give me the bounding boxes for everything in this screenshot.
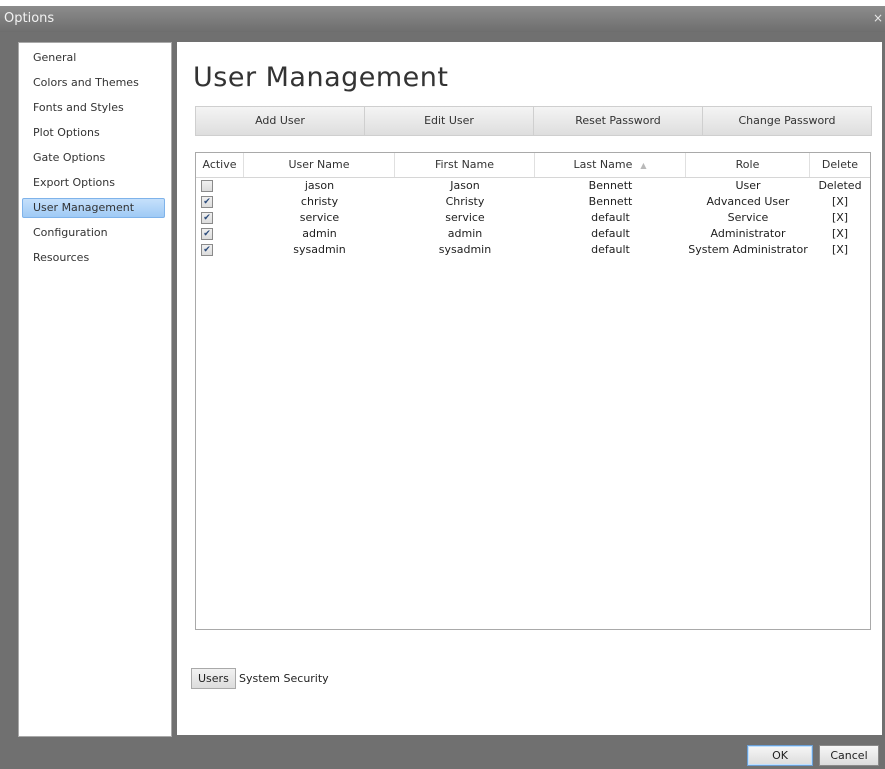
cell-role: Service [727, 211, 769, 224]
active-checkbox[interactable]: ✔ [201, 244, 213, 256]
cell-first-name: Jason [450, 179, 480, 192]
sidebar-item-general[interactable]: General [22, 48, 165, 68]
cell-role: Administrator [710, 227, 786, 240]
ok-button[interactable]: OK [747, 745, 813, 766]
change-password-button[interactable]: Change Password [703, 107, 871, 135]
edit-user-button[interactable]: Edit User [365, 107, 534, 135]
delete-user-link[interactable]: [X] [810, 210, 870, 226]
close-icon[interactable]: × [873, 11, 883, 25]
reset-password-button[interactable]: Reset Password [534, 107, 703, 135]
sidebar-item-plot-options[interactable]: Plot Options [22, 123, 165, 143]
column-header-delete[interactable]: Delete [810, 153, 870, 177]
tab-system-security[interactable]: System Security [239, 668, 329, 689]
cell-last-name: Bennett [588, 195, 633, 208]
table-row[interactable]: jason Jason Bennett User Deleted [196, 178, 870, 194]
cell-user-name: christy [300, 195, 339, 208]
cell-first-name: sysadmin [438, 243, 492, 256]
cell-delete: Deleted [818, 179, 862, 192]
delete-user-link[interactable]: [X] [810, 226, 870, 242]
sidebar-item-export-options[interactable]: Export Options [22, 173, 165, 193]
column-header-user-name[interactable]: User Name [244, 153, 395, 177]
sidebar-item-gate-options[interactable]: Gate Options [22, 148, 165, 168]
tab-users[interactable]: Users [191, 668, 236, 689]
cell-first-name: Christy [445, 195, 485, 208]
add-user-button[interactable]: Add User [196, 107, 365, 135]
column-header-active[interactable]: Active [196, 153, 244, 177]
sidebar-item-resources[interactable]: Resources [22, 248, 165, 268]
users-grid: Active User Name First Name Last Name ▲ R… [195, 152, 871, 630]
page-title: User Management [193, 62, 449, 93]
column-header-first-name[interactable]: First Name [395, 153, 535, 177]
user-toolbar: Add User Edit User Reset Password Change… [195, 106, 872, 136]
window-title: Options [4, 11, 55, 26]
options-window: Options × General Colors and Themes Font… [0, 0, 885, 769]
active-checkbox[interactable]: ✔ [201, 228, 213, 240]
sidebar-item-configuration[interactable]: Configuration [22, 223, 165, 243]
delete-user-link[interactable]: [X] [810, 242, 870, 258]
active-checkbox[interactable]: ✔ [201, 196, 213, 208]
table-row[interactable]: ✔ sysadmin sysadmin default System Admin… [196, 242, 870, 258]
options-sidebar: General Colors and Themes Fonts and Styl… [18, 42, 172, 737]
table-row[interactable]: ✔ service service default Service [X] [196, 210, 870, 226]
cell-role: Advanced User [706, 195, 790, 208]
delete-user-link[interactable]: [X] [810, 194, 870, 210]
title-bar: Options × [0, 6, 885, 32]
column-header-role[interactable]: Role [686, 153, 810, 177]
last-name-header-label: Last Name [573, 158, 633, 171]
active-checkbox[interactable]: ✔ [201, 212, 213, 224]
cell-last-name: default [591, 211, 630, 224]
cell-first-name: service [445, 211, 485, 224]
table-row[interactable]: ✔ admin admin default Administrator [X] [196, 226, 870, 242]
main-panel: User Management Add User Edit User Reset… [177, 42, 882, 735]
cell-first-name: admin [447, 227, 483, 240]
cell-last-name: Bennett [588, 179, 633, 192]
cell-role: User [735, 179, 761, 192]
cell-role: System Administrator [688, 243, 808, 256]
sidebar-item-colors-and-themes[interactable]: Colors and Themes [22, 73, 165, 93]
grid-header: Active User Name First Name Last Name ▲ R… [196, 153, 870, 178]
cell-user-name: service [299, 211, 340, 224]
sort-ascending-icon: ▲ [640, 161, 647, 170]
cell-last-name: default [591, 227, 630, 240]
sidebar-item-user-management[interactable]: User Management [22, 198, 165, 218]
cell-user-name: sysadmin [293, 243, 346, 256]
cell-user-name: admin [302, 227, 337, 240]
column-header-last-name[interactable]: Last Name ▲ [535, 153, 686, 177]
cancel-button[interactable]: Cancel [819, 745, 879, 766]
sidebar-item-fonts-and-styles[interactable]: Fonts and Styles [22, 98, 165, 118]
table-row[interactable]: ✔ christy Christy Bennett Advanced User … [196, 194, 870, 210]
active-checkbox[interactable] [201, 180, 213, 192]
cell-last-name: default [591, 243, 630, 256]
cell-user-name: jason [304, 179, 335, 192]
